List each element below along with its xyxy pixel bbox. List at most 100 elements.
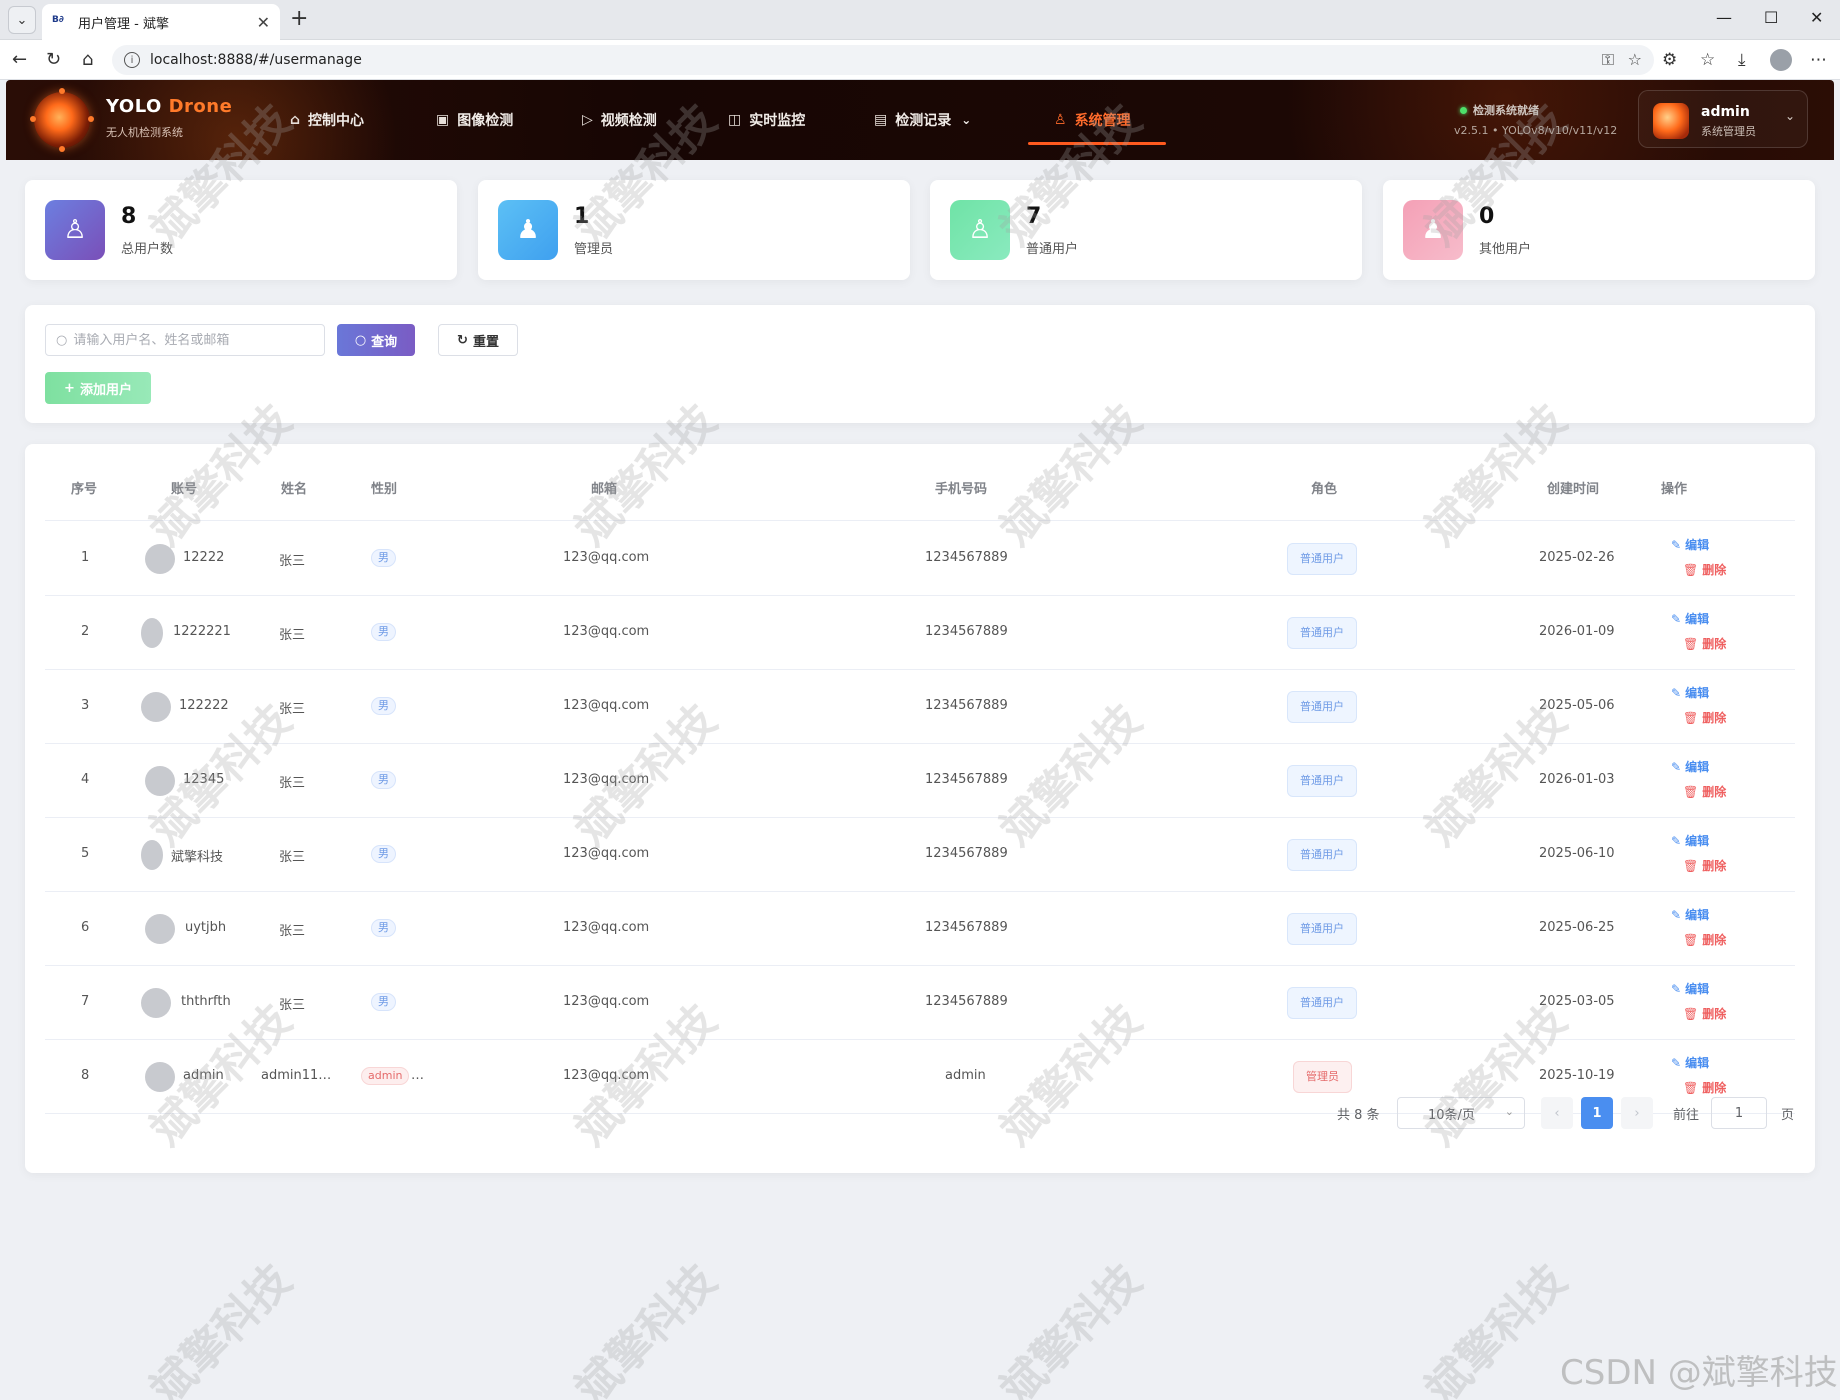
url-text: localhost:8888/#/usermanage bbox=[150, 52, 362, 68]
page-size-select[interactable]: 10条/页 ⌄ bbox=[1397, 1097, 1525, 1129]
edit-label: 编辑 bbox=[1685, 908, 1710, 922]
nav-video-detect[interactable]: ▷ 视频检测 bbox=[582, 108, 657, 132]
stat-card-total: ♙ 8 总用户数 bbox=[25, 180, 457, 280]
close-window-icon[interactable]: ✕ bbox=[1810, 8, 1823, 27]
avatar bbox=[141, 692, 171, 722]
url-field[interactable]: i localhost:8888/#/usermanage ☆ ⚿ bbox=[112, 45, 1654, 75]
edit-button[interactable]: ✎ 编辑 bbox=[1671, 1054, 1709, 1071]
download-icon[interactable]: ⤓ bbox=[1738, 50, 1746, 70]
delete-button[interactable]: 🗑 删除 bbox=[1683, 931, 1726, 948]
edit-button[interactable]: ✎ 编辑 bbox=[1671, 832, 1709, 849]
col-name: 姓名 bbox=[281, 482, 308, 497]
more-menu-icon[interactable]: ⋯ bbox=[1810, 50, 1827, 70]
nav-system-manage[interactable]: ♙ 系统管理 bbox=[1054, 108, 1131, 132]
prev-page-button[interactable]: ‹ bbox=[1541, 1097, 1573, 1129]
reload-icon[interactable]: ↻ bbox=[46, 49, 61, 70]
admin-user-icon: ♟ bbox=[498, 200, 558, 260]
cell-created: 2025-06-10 bbox=[1539, 846, 1615, 861]
brand-title: YOLO Drone bbox=[106, 96, 232, 117]
brand-subtitle: 无人机检测系统 bbox=[106, 126, 183, 139]
add-user-button[interactable]: + 添加用户 bbox=[45, 372, 151, 404]
role-tag: 普通用户 bbox=[1287, 617, 1357, 649]
new-tab-icon[interactable]: + bbox=[290, 8, 308, 30]
role-tag: 普通用户 bbox=[1287, 691, 1357, 723]
nav-control-center[interactable]: ⌂ 控制中心 bbox=[290, 108, 364, 132]
image-icon: ▣ bbox=[436, 112, 450, 128]
edit-label: 编辑 bbox=[1685, 760, 1710, 774]
edit-button[interactable]: ✎ 编辑 bbox=[1671, 980, 1709, 997]
nav-realtime-monitor[interactable]: ◫ 实时监控 bbox=[728, 108, 805, 132]
page-number-button[interactable]: 1 bbox=[1581, 1097, 1613, 1129]
cell-created: 2025-02-26 bbox=[1539, 550, 1615, 565]
cell-name: 张三 bbox=[279, 702, 306, 717]
tab-title: 用户管理 - 斌擎 bbox=[78, 16, 169, 32]
next-page-button[interactable]: › bbox=[1621, 1097, 1653, 1129]
cell-no: 1 bbox=[81, 550, 90, 565]
edit-button[interactable]: ✎ 编辑 bbox=[1671, 684, 1709, 701]
edit-button[interactable]: ✎ 编辑 bbox=[1671, 610, 1709, 627]
extensions-icon[interactable]: ⚙ bbox=[1662, 50, 1677, 70]
cell-no: 3 bbox=[81, 698, 90, 713]
cell-phone: 1234567889 bbox=[925, 624, 1008, 639]
close-tab-icon[interactable]: ✕ bbox=[257, 13, 270, 32]
cell-account: 斌擎科技 bbox=[171, 850, 224, 865]
browser-tab[interactable]: B∂ 用户管理 - 斌擎 ✕ bbox=[42, 4, 280, 40]
edit-button[interactable]: ✎ 编辑 bbox=[1671, 906, 1709, 923]
edit-icon: ✎ bbox=[1671, 908, 1682, 922]
delete-button[interactable]: 🗑 删除 bbox=[1683, 561, 1726, 578]
cell-account: 12222 bbox=[183, 550, 225, 565]
delete-label: 删除 bbox=[1702, 1007, 1727, 1021]
minimize-icon[interactable]: — bbox=[1716, 8, 1732, 27]
key-icon[interactable]: ⚿ bbox=[1602, 50, 1614, 70]
role-tag: 普通用户 bbox=[1287, 765, 1357, 797]
chevron-down-icon: ⌄ bbox=[1504, 1105, 1514, 1118]
delete-button[interactable]: 🗑 删除 bbox=[1683, 857, 1726, 874]
trash-icon: 🗑 bbox=[1683, 933, 1699, 947]
home-browser-icon[interactable]: ⌂ bbox=[82, 49, 93, 70]
cell-name: 张三 bbox=[279, 628, 306, 643]
edit-button[interactable]: ✎ 编辑 bbox=[1671, 536, 1709, 553]
watermark: 斌擎科技 bbox=[1415, 1254, 1577, 1400]
search-input-wrapper[interactable]: ○ bbox=[45, 324, 325, 356]
gender-tag: 男 bbox=[371, 623, 396, 641]
role-tag: 管理员 bbox=[1293, 1061, 1352, 1093]
query-button[interactable]: ○ 查询 bbox=[337, 324, 415, 356]
avatar bbox=[141, 840, 163, 870]
goto-label: 前往 bbox=[1673, 1108, 1700, 1123]
edit-icon: ✎ bbox=[1671, 612, 1682, 626]
brand-main: YOLO bbox=[106, 96, 162, 117]
avatar bbox=[145, 1062, 175, 1092]
tab-list-button[interactable]: ⌄ bbox=[8, 6, 36, 34]
delete-button[interactable]: 🗑 删除 bbox=[1683, 635, 1726, 652]
chevron-down-icon: ⌄ bbox=[16, 12, 28, 28]
nav-label: 系统管理 bbox=[1074, 113, 1131, 129]
delete-label: 删除 bbox=[1702, 1081, 1727, 1095]
delete-button[interactable]: 🗑 删除 bbox=[1683, 1005, 1726, 1022]
trash-icon: 🗑 bbox=[1683, 711, 1699, 725]
chevron-left-icon: ‹ bbox=[1554, 1105, 1560, 1121]
reset-button[interactable]: ↻ 重置 bbox=[438, 324, 518, 356]
profile-avatar[interactable] bbox=[1770, 49, 1792, 71]
bookmark-star-icon[interactable]: ☆ bbox=[1628, 50, 1642, 69]
table-row: 1 12222 张三 男 123@qq.com 1234567889 普通用户 … bbox=[45, 522, 1795, 596]
add-label: 添加用户 bbox=[79, 382, 132, 398]
delete-button[interactable]: 🗑 删除 bbox=[1683, 783, 1726, 800]
page-unit-label: 页 bbox=[1781, 1108, 1795, 1123]
gender-tag: 男 bbox=[371, 845, 396, 863]
nav-image-detect[interactable]: ▣ 图像检测 bbox=[436, 108, 513, 132]
edit-button[interactable]: ✎ 编辑 bbox=[1671, 758, 1709, 775]
delete-button[interactable]: 🗑 删除 bbox=[1683, 709, 1726, 726]
maximize-icon[interactable]: ☐ bbox=[1764, 8, 1778, 27]
favorites-icon[interactable]: ☆ bbox=[1700, 50, 1715, 70]
back-icon[interactable]: ← bbox=[12, 49, 27, 70]
cell-phone: 1234567889 bbox=[925, 698, 1008, 713]
stat-card-other: ♟ 0 其他用户 bbox=[1383, 180, 1815, 280]
nav-detect-records[interactable]: ▤ 检测记录 ⌄ bbox=[874, 108, 971, 132]
delete-label: 删除 bbox=[1702, 563, 1727, 577]
goto-page-input[interactable]: 1 bbox=[1711, 1097, 1767, 1129]
site-info-icon[interactable]: i bbox=[124, 52, 140, 68]
cell-phone: admin bbox=[945, 1068, 986, 1083]
role-tag: 普通用户 bbox=[1287, 913, 1357, 945]
search-input[interactable] bbox=[73, 332, 314, 348]
user-menu[interactable]: admin 系统管理员 ⌄ bbox=[1638, 90, 1808, 148]
